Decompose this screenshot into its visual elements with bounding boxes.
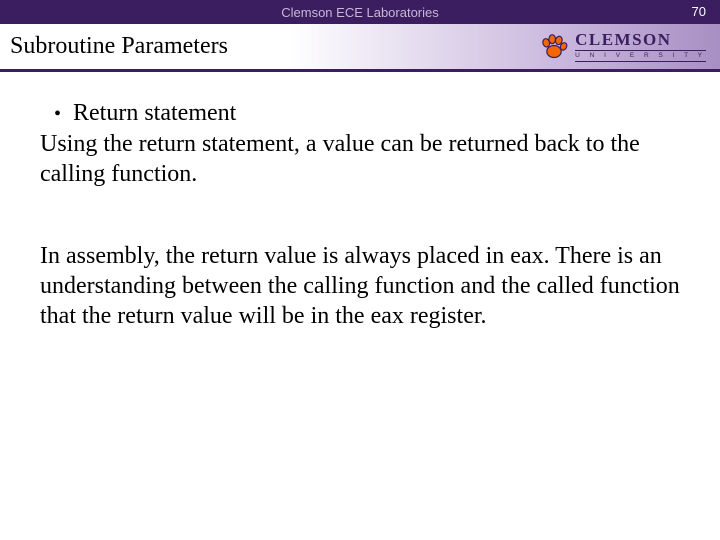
bullet-dot: • bbox=[54, 102, 61, 126]
bullet-text: Return statement bbox=[73, 100, 236, 127]
top-bar: Clemson ECE Laboratories 70 bbox=[0, 0, 720, 24]
brand-sub: U N I V E R S I T Y bbox=[575, 50, 706, 62]
brand-text: CLEMSON U N I V E R S I T Y bbox=[575, 31, 706, 62]
page-number: 70 bbox=[692, 4, 706, 19]
content-area: • Return statement Using the return stat… bbox=[0, 72, 720, 331]
bullet-item: • Return statement bbox=[54, 100, 680, 127]
paragraph-2: In assembly, the return value is always … bbox=[40, 241, 680, 331]
brand-logo: CLEMSON U N I V E R S I T Y bbox=[539, 31, 706, 62]
paw-icon bbox=[539, 32, 569, 62]
brand-name: CLEMSON bbox=[575, 31, 706, 48]
slide-title: Subroutine Parameters bbox=[10, 33, 228, 60]
paragraph-1: Using the return statement, a value can … bbox=[40, 129, 680, 189]
lab-label: Clemson ECE Laboratories bbox=[281, 5, 439, 20]
title-bar: Subroutine Parameters CLEMSON U N I V E … bbox=[0, 24, 720, 72]
